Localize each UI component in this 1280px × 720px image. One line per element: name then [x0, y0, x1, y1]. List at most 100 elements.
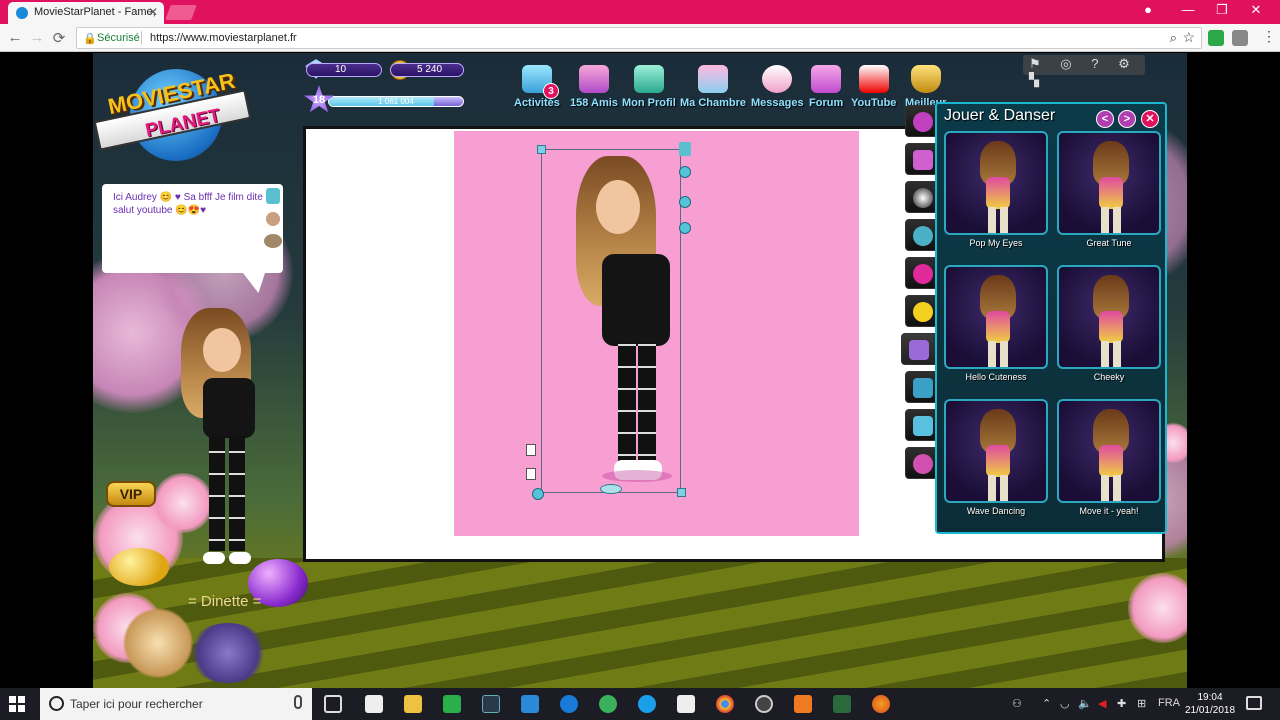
maximize-button[interactable]: ❐	[1207, 2, 1237, 18]
pose-icon[interactable]	[679, 196, 691, 208]
browser-menu-icon[interactable]: ⋮	[1262, 28, 1276, 45]
tray-app-icon[interactable]: ✚	[1117, 697, 1126, 710]
category-skate[interactable]	[905, 409, 939, 441]
tab-moviestarplanet[interactable]: MovieStarPlanet - Fame, ✕	[8, 2, 164, 24]
category-pet[interactable]	[905, 447, 939, 479]
starcoins-counter[interactable]: 5 240	[390, 63, 464, 77]
close-window-button[interactable]: ✕	[1241, 2, 1271, 18]
store-icon[interactable]	[677, 695, 695, 713]
system-clock[interactable]: 19:04 21/01/2018	[1184, 691, 1236, 717]
category-paw[interactable]	[905, 105, 939, 137]
nav-messages[interactable]: Messages	[751, 65, 804, 109]
profile-icon[interactable]: ●	[1133, 2, 1163, 17]
move-handle-icon[interactable]	[600, 484, 622, 494]
category-pose[interactable]	[905, 371, 939, 403]
close-panel-button[interactable]: ✕	[1141, 110, 1159, 128]
category-alien[interactable]	[905, 219, 939, 251]
tray-app-icon[interactable]: ⊞	[1137, 697, 1146, 710]
windows-start-button[interactable]	[9, 696, 25, 712]
animation-card[interactable]	[1057, 265, 1161, 369]
face-icon[interactable]	[266, 212, 280, 226]
smiley-icon	[913, 302, 933, 322]
task-view-icon[interactable]	[324, 695, 342, 713]
animation-card[interactable]	[944, 131, 1048, 235]
settings-toolbar[interactable]: ⚑ ◎ ? ⚙ ▚	[1023, 55, 1145, 87]
username-label: = Dinette =	[188, 593, 262, 610]
glasses-icon	[913, 150, 933, 170]
search-icon[interactable]: ⌕	[1170, 30, 1177, 46]
edit-app-icon[interactable]	[521, 695, 539, 713]
resize-handle[interactable]	[677, 488, 686, 497]
dance-icon[interactable]	[266, 188, 280, 204]
rotate-icon[interactable]	[679, 166, 691, 178]
maps-icon[interactable]	[599, 695, 617, 713]
skype-icon[interactable]	[638, 695, 656, 713]
moviestarplanet-logo[interactable]: MOVIESTAR PLANET	[93, 67, 252, 177]
firefox-icon[interactable]	[872, 695, 890, 713]
artbook-canvas[interactable]	[454, 131, 859, 536]
animation-card[interactable]	[944, 265, 1048, 369]
piggy-bank-icon[interactable]	[109, 548, 169, 586]
search-placeholder: Taper ici pour rechercher	[70, 697, 203, 711]
chat-message: Ici Audrey 😊 ♥ Sa bfff Je film dite salu…	[113, 192, 263, 216]
tray-app-icon[interactable]: ◀	[1098, 697, 1106, 710]
vip-badge[interactable]: VIP	[106, 481, 156, 507]
nav-friends[interactable]: 158 Amis	[570, 65, 618, 109]
file-explorer-icon[interactable]	[404, 695, 422, 713]
extension-icon[interactable]	[1232, 30, 1248, 46]
minimize-button[interactable]: —	[1173, 2, 1203, 17]
mail-icon[interactable]	[365, 695, 383, 713]
pose-icon	[913, 378, 933, 398]
edge-icon[interactable]	[560, 695, 578, 713]
forward-button[interactable]: →	[28, 29, 46, 46]
next-page-button[interactable]: >	[1118, 110, 1136, 128]
flip-icon[interactable]	[532, 488, 544, 500]
nav-forum[interactable]: Forum	[809, 65, 843, 109]
url-text[interactable]: https://www.moviestarplanet.fr	[150, 32, 297, 44]
pet-icon[interactable]	[264, 234, 282, 248]
app-icon[interactable]	[833, 695, 851, 713]
media-app-icon[interactable]	[482, 695, 500, 713]
extension-icon[interactable]	[1208, 30, 1224, 46]
player-avatar[interactable]	[173, 308, 273, 568]
prev-page-button[interactable]: <	[1096, 110, 1114, 128]
people-icon[interactable]: ⚇	[1012, 697, 1022, 710]
outfit-icon[interactable]	[679, 222, 691, 234]
nav-youtube[interactable]: YouTube	[851, 65, 896, 109]
reload-button[interactable]: ⟳	[50, 29, 68, 47]
category-glasses[interactable]	[905, 143, 939, 175]
selection-box[interactable]	[526, 142, 691, 500]
trash-icon[interactable]	[679, 142, 691, 156]
microphone-icon[interactable]	[294, 695, 302, 709]
animation-card[interactable]	[1057, 399, 1161, 503]
taskbar-search[interactable]: Taper ici pour rechercher	[40, 688, 312, 720]
tray-expand-icon[interactable]: ⌃	[1042, 697, 1051, 710]
obs-icon[interactable]	[755, 695, 773, 713]
action-center-icon[interactable]	[1246, 696, 1262, 710]
bookmark-star-icon[interactable]: ☆	[1182, 29, 1195, 46]
layer-up-icon[interactable]	[526, 444, 536, 456]
category-love[interactable]	[905, 257, 939, 289]
camtasia-icon[interactable]	[443, 695, 461, 713]
category-dance[interactable]	[901, 333, 939, 365]
owl-pet-icon[interactable]	[123, 608, 193, 678]
animation-card[interactable]	[944, 399, 1048, 503]
address-bar[interactable]: 🔒 Sécurisé https://www.moviestarplanet.f…	[76, 27, 1202, 49]
animation-card[interactable]	[1057, 131, 1161, 235]
language-indicator[interactable]: FRA	[1158, 697, 1180, 709]
back-button[interactable]: ←	[6, 29, 24, 46]
diamonds-counter[interactable]: 10	[306, 63, 382, 77]
animation-label: Great Tune	[1086, 238, 1132, 248]
network-icon[interactable]: ◡	[1060, 697, 1070, 710]
resize-handle[interactable]	[537, 145, 546, 154]
new-tab-button[interactable]	[165, 5, 197, 20]
tab-close-icon[interactable]: ✕	[148, 5, 158, 19]
nav-my-room[interactable]: Ma Chambre	[680, 65, 746, 109]
nav-my-profile[interactable]: Mon Profil	[622, 65, 676, 109]
category-mood[interactable]	[905, 295, 939, 327]
layer-down-icon[interactable]	[526, 468, 536, 480]
volume-icon[interactable]: 🔈	[1078, 697, 1092, 710]
avast-icon[interactable]	[794, 695, 812, 713]
category-sport[interactable]	[905, 181, 939, 213]
chrome-icon[interactable]	[716, 695, 734, 713]
